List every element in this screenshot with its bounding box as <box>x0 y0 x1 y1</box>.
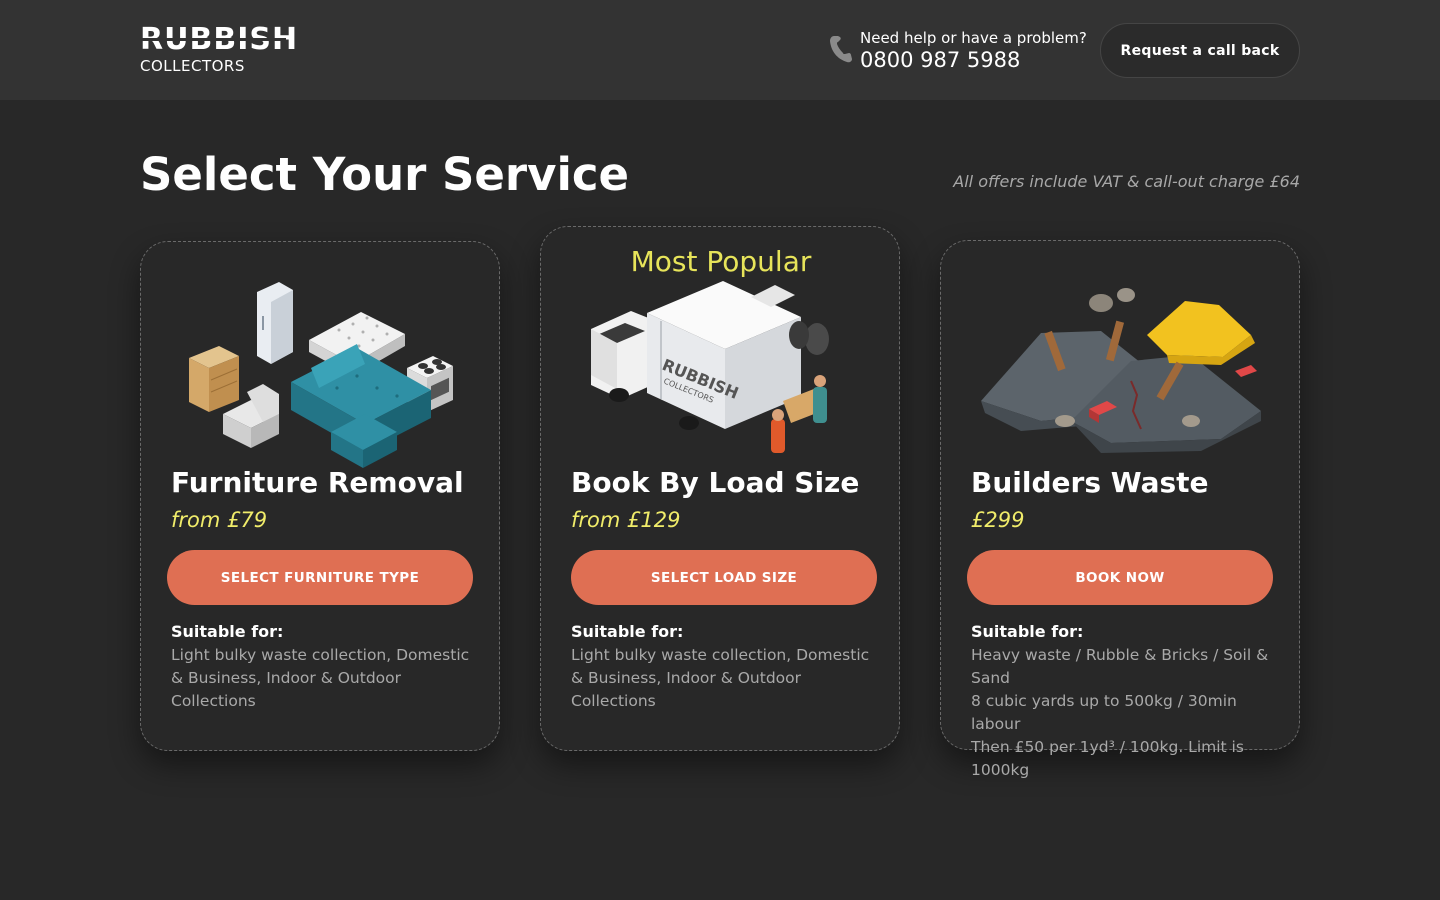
page-title: Select Your Service <box>140 148 630 201</box>
card-price: from £79 <box>171 508 268 532</box>
suitable-line: 8 cubic yards up to 500kg / 30min labour <box>971 692 1237 733</box>
suitable-label: Suitable for: <box>171 622 284 641</box>
suitable-text: Light bulky waste collection, Domestic &… <box>571 646 870 710</box>
van-illustration: RUBBISH COLLECTORS <box>591 281 829 453</box>
phone-number[interactable]: 0800 987 5988 <box>860 48 1020 72</box>
logo-wordmark: RUBBISH <box>140 22 299 57</box>
book-now-button[interactable]: BOOK NOW <box>967 550 1273 605</box>
select-furniture-type-button[interactable]: SELECT FURNITURE TYPE <box>167 550 473 605</box>
service-card-load-size: Most Popular RUBBISH COLLECTORS Book By … <box>540 226 900 751</box>
card-price: from £129 <box>571 508 681 532</box>
suitable-line: Heavy waste / Rubble & Bricks / Soil & S… <box>971 646 1269 687</box>
suitable-text: Heavy waste / Rubble & Bricks / Soil & S… <box>971 644 1271 782</box>
card-title: Furniture Removal <box>171 466 464 499</box>
service-card-builders-waste: Builders Waste £299 BOOK NOW Suitable fo… <box>940 240 1300 779</box>
most-popular-badge: Most Popular <box>630 245 812 278</box>
logo[interactable]: RUBBISH COLLECTORS <box>140 22 299 78</box>
site-header: RUBBISH COLLECTORS Need help or have a p… <box>0 0 1440 100</box>
suitable-label: Suitable for: <box>971 622 1084 641</box>
card-price: £299 <box>971 508 1025 532</box>
suitable-line: Then £50 per 1yd³ / 100kg. Limit is 1000… <box>971 738 1244 779</box>
vat-note: All offers include VAT & call-out charge… <box>953 172 1300 191</box>
logo-subtitle: COLLECTORS <box>140 57 245 75</box>
request-callback-button[interactable]: Request a call back <box>1100 23 1300 78</box>
suitable-label: Suitable for: <box>571 622 684 641</box>
card-title: Builders Waste <box>971 466 1209 499</box>
card-title: Book By Load Size <box>571 466 860 499</box>
suitable-text: Light bulky waste collection, Domestic &… <box>171 646 470 710</box>
help-text: Need help or have a problem? <box>860 29 1087 47</box>
furniture-illustration <box>189 282 453 468</box>
service-card-furniture: Furniture Removal from £79 SELECT FURNIT… <box>140 241 500 751</box>
select-load-size-button[interactable]: SELECT LOAD SIZE <box>571 550 877 605</box>
builders-waste-illustration <box>981 288 1261 453</box>
phone-icon <box>830 36 852 63</box>
